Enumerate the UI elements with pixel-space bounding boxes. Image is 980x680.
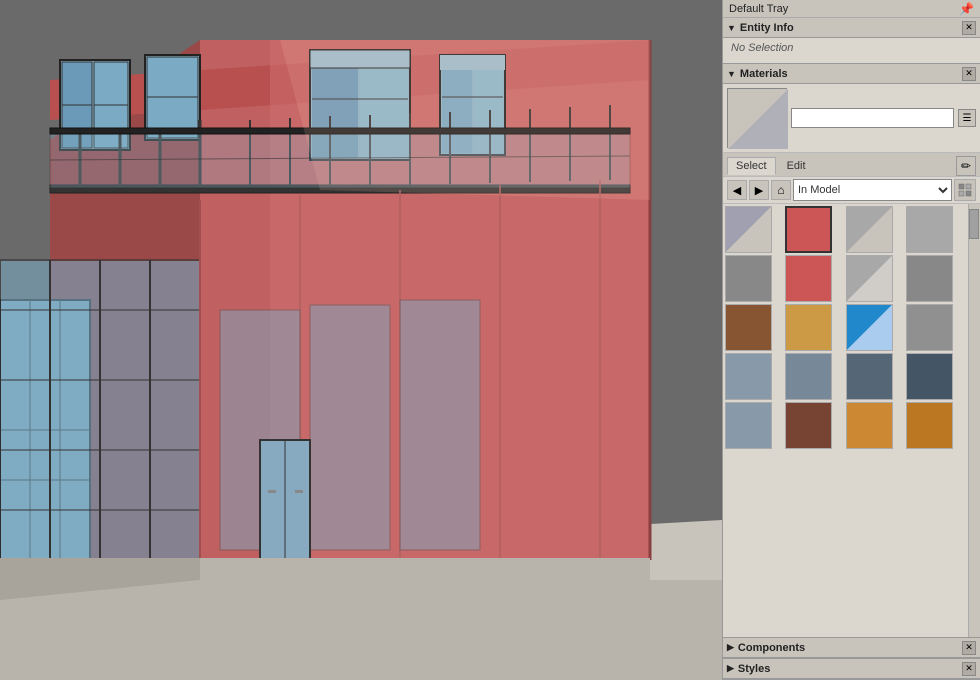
materials-grid: Brick, Common Brick, Common — [725, 206, 978, 449]
entity-info-expand-icon: ▼ — [727, 23, 736, 33]
entity-info-body: No Selection — [723, 38, 980, 63]
styles-title: ▶ Styles — [727, 663, 770, 675]
mat-cell-10[interactable] — [785, 304, 832, 351]
sample-material-btn[interactable]: ✏ — [956, 156, 976, 176]
nav-home-btn[interactable]: ⌂ — [771, 180, 791, 200]
mat-cell-5[interactable] — [725, 255, 772, 302]
tab-edit[interactable]: Edit — [778, 157, 815, 175]
components-title: ▶ Components — [727, 642, 805, 654]
materials-preview-area: Default ☰ — [723, 84, 980, 153]
mat-cell-14[interactable] — [785, 353, 832, 400]
mat-cell-8[interactable] — [906, 255, 953, 302]
materials-expand-icon: ▼ — [727, 69, 736, 79]
tray-header: Default Tray 📌 — [723, 0, 980, 18]
mat-cell-11[interactable] — [846, 304, 893, 351]
entity-info-header[interactable]: ▼ Entity Info ✕ — [723, 18, 980, 38]
materials-tab-icons: ✏ — [956, 156, 976, 176]
mat-cell-19[interactable] — [846, 402, 893, 449]
materials-title: ▼ Materials — [727, 68, 788, 80]
mat-cell-2[interactable]: Brick, Common — [785, 206, 832, 253]
in-model-select[interactable]: In ModelColorsBrickCarpetGlassMetalStone… — [793, 179, 952, 201]
entity-info-status: No Selection — [731, 42, 793, 54]
right-panel: Default Tray 📌 ▼ Entity Info ✕ No Select… — [722, 0, 980, 680]
mat-cell-7[interactable] — [846, 255, 893, 302]
styles-header[interactable]: ▶ Styles ✕ — [723, 659, 980, 679]
entity-info-section: ▼ Entity Info ✕ No Selection — [723, 18, 980, 64]
mat-cell-16[interactable] — [906, 353, 953, 400]
materials-grid-container[interactable]: Brick, Common Brick, Common — [723, 204, 980, 637]
entity-info-title: ▼ Entity Info — [727, 22, 794, 34]
mat-cell-3[interactable] — [846, 206, 893, 253]
materials-section: ▼ Materials ✕ Default ☰ — [723, 64, 980, 638]
nav-forward-btn[interactable]: ▶ — [749, 180, 769, 200]
styles-expand-icon: ▶ — [727, 663, 734, 674]
tab-select[interactable]: Select — [727, 157, 776, 175]
components-header[interactable]: ▶ Components ✕ — [723, 638, 980, 658]
mat-cell-20[interactable] — [906, 402, 953, 449]
materials-header[interactable]: ▼ Materials ✕ — [723, 64, 980, 84]
materials-close-btn[interactable]: ✕ — [962, 67, 976, 81]
materials-scrollbar[interactable] — [968, 204, 980, 637]
materials-nav: ◀ ▶ ⌂ In ModelColorsBrickCarpetGlassMeta… — [723, 177, 980, 204]
building-scene — [0, 0, 722, 680]
mat-cell-18[interactable] — [785, 402, 832, 449]
components-section: ▶ Components ✕ — [723, 638, 980, 659]
main-container: Default Tray 📌 ▼ Entity Info ✕ No Select… — [0, 0, 980, 680]
mat-cell-9[interactable] — [725, 304, 772, 351]
mat-cell-15[interactable] — [846, 353, 893, 400]
mat-cell-17[interactable] — [725, 402, 772, 449]
material-menu-btn[interactable]: ☰ — [958, 109, 976, 127]
mat-cell-13[interactable] — [725, 353, 772, 400]
materials-tabs: Select Edit ✏ — [723, 153, 980, 177]
components-close-btn[interactable]: ✕ — [962, 641, 976, 655]
material-swatch — [727, 88, 787, 148]
mat-cell-6-brick[interactable]: Brick, Common — [785, 255, 832, 302]
create-material-btn[interactable] — [954, 179, 976, 201]
tray-pin-btn[interactable]: 📌 — [959, 2, 974, 16]
material-icon-col: ☰ — [958, 109, 976, 127]
tray-title: Default Tray — [729, 3, 788, 15]
mat-cell-1[interactable] — [725, 206, 772, 253]
styles-close-btn[interactable]: ✕ — [962, 662, 976, 676]
entity-info-close-btn[interactable]: ✕ — [962, 21, 976, 35]
materials-scrollbar-thumb — [969, 209, 979, 239]
components-expand-icon: ▶ — [727, 642, 734, 653]
styles-section: ▶ Styles ✕ — [723, 659, 980, 680]
material-name-input[interactable]: Default — [791, 108, 954, 128]
nav-back-btn[interactable]: ◀ — [727, 180, 747, 200]
swatch-svg — [728, 89, 788, 149]
mat-cell-12[interactable] — [906, 304, 953, 351]
viewport[interactable] — [0, 0, 722, 680]
mat-cell-4[interactable] — [906, 206, 953, 253]
